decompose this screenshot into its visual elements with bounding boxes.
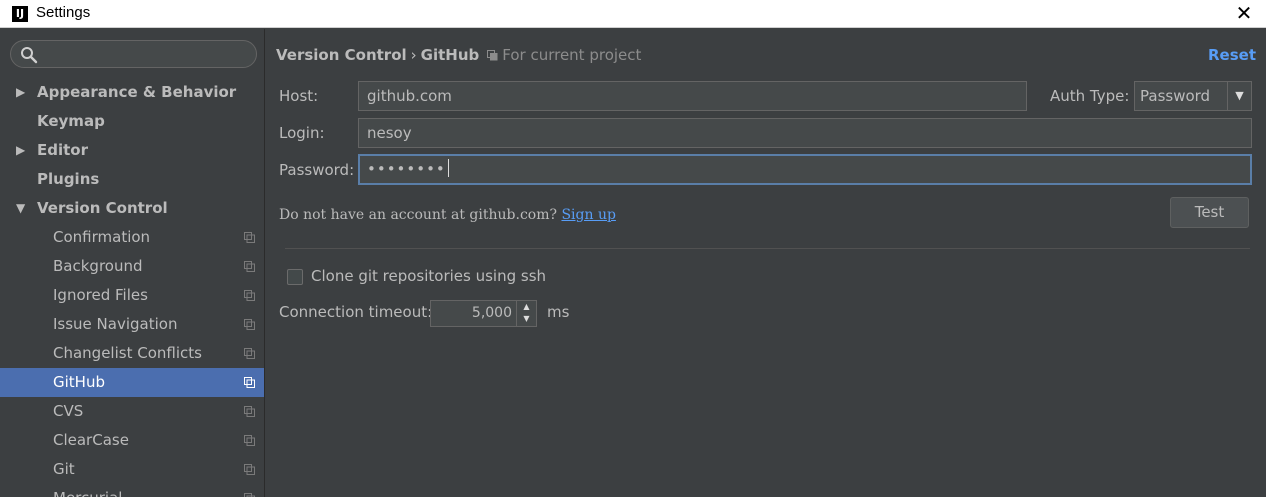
intellij-app-icon: IJ xyxy=(12,6,28,22)
clone-ssh-checkbox[interactable] xyxy=(287,269,303,285)
sidebar-item-label: Keymap xyxy=(37,112,105,130)
auth-type-label: Auth Type: xyxy=(1050,87,1130,105)
reset-link[interactable]: Reset xyxy=(1208,46,1256,64)
sidebar-item-label: GitHub xyxy=(53,373,105,391)
close-button[interactable]: ✕ xyxy=(1230,0,1258,28)
sidebar-item-label: ClearCase xyxy=(53,431,129,449)
sidebar-item-label: CVS xyxy=(53,402,84,420)
search-icon xyxy=(21,47,38,64)
host-field[interactable]: github.com xyxy=(358,81,1027,111)
breadcrumb-parent[interactable]: Version Control xyxy=(276,46,407,64)
settings-tree: ▶ Appearance & Behavior Keymap ▶ Editor Plugi… xyxy=(0,78,264,497)
sidebar-item-label: Appearance & Behavior xyxy=(37,83,237,101)
sidebar-item-cvs[interactable]: CVS xyxy=(0,397,264,426)
sidebar-item-label: Background xyxy=(53,257,143,275)
sidebar-item-label: Git xyxy=(53,460,75,478)
window-title: Settings xyxy=(36,4,91,21)
github-settings-panel: Version Control › GitHub For current projec… xyxy=(266,29,1266,497)
sidebar-item-issue-navigation[interactable]: Issue Navigation xyxy=(0,310,264,339)
search-box[interactable] xyxy=(10,40,257,68)
timeout-value[interactable]: 5,000 xyxy=(472,301,512,326)
sidebar-item-label: Issue Navigation xyxy=(53,315,178,333)
signup-link[interactable]: Sign up xyxy=(561,207,615,223)
increment-arrow-icon[interactable]: ▲ xyxy=(517,301,536,313)
project-scope-icon xyxy=(244,290,255,301)
sidebar-item-editor[interactable]: ▶ Editor xyxy=(0,136,264,165)
password-dots: •••••••• xyxy=(367,160,446,178)
project-scope-icon xyxy=(244,348,255,359)
timeout-spinner[interactable]: 5,000 ▲ ▼ xyxy=(430,300,537,327)
sidebar-item-background[interactable]: Background xyxy=(0,252,264,281)
title-bar: IJ Settings ✕ xyxy=(0,0,1266,28)
sidebar-item-label: Confirmation xyxy=(53,228,151,246)
text-caret xyxy=(447,159,449,177)
breadcrumb: Version Control › GitHub For current projec… xyxy=(276,46,641,64)
host-label: Host: xyxy=(279,87,319,105)
auth-type-value: Password xyxy=(1140,87,1211,105)
timeout-unit: ms xyxy=(547,303,570,321)
project-scope-icon xyxy=(244,435,255,446)
project-scope-icon xyxy=(244,232,255,243)
collapsed-arrow-icon[interactable]: ▶ xyxy=(16,136,25,165)
password-label: Password: xyxy=(279,161,355,179)
sidebar-item-label: Mercurial xyxy=(53,484,122,497)
scope-label: For current project xyxy=(502,46,642,64)
sidebar-item-clearcase[interactable]: ClearCase xyxy=(0,426,264,455)
sidebar-item-version-control[interactable]: ▼ Version Control xyxy=(0,194,264,223)
collapsed-arrow-icon[interactable]: ▶ xyxy=(16,78,25,107)
sidebar-item-ignored-files[interactable]: Ignored Files xyxy=(0,281,264,310)
sidebar-item-label: Ignored Files xyxy=(53,286,148,304)
expanded-arrow-icon[interactable]: ▼ xyxy=(16,194,25,223)
login-label: Login: xyxy=(279,124,325,142)
signup-text: Do not have an account at github.com? xyxy=(279,207,557,223)
spinner-buttons: ▲ ▼ xyxy=(516,301,536,326)
project-scope-icon xyxy=(244,493,255,497)
divider xyxy=(285,248,1250,249)
project-scope-icon xyxy=(244,377,255,388)
sidebar-item-label: Version Control xyxy=(37,199,168,217)
decrement-arrow-icon[interactable]: ▼ xyxy=(517,313,536,325)
sidebar-item-plugins[interactable]: Plugins xyxy=(0,165,264,194)
project-scope-icon xyxy=(244,406,255,417)
sidebar-item-git[interactable]: Git xyxy=(0,455,264,484)
signup-prompt: Do not have an account at github.com? Si… xyxy=(279,207,616,223)
sidebar-item-confirmation[interactable]: Confirmation xyxy=(0,223,264,252)
sidebar-item-label: Editor xyxy=(37,141,88,159)
settings-sidebar: ▶ Appearance & Behavior Keymap ▶ Editor Plugi… xyxy=(0,29,265,497)
sidebar-item-mercurial[interactable]: Mercurial xyxy=(0,484,264,497)
sidebar-item-changelist-conflicts[interactable]: Changelist Conflicts xyxy=(0,339,264,368)
chevron-down-icon[interactable]: ▼ xyxy=(1227,82,1251,110)
sidebar-item-label: Changelist Conflicts xyxy=(53,344,202,362)
timeout-label: Connection timeout: xyxy=(279,303,433,321)
project-scope-icon xyxy=(244,464,255,475)
sidebar-item-appearance-behavior[interactable]: ▶ Appearance & Behavior xyxy=(0,78,264,107)
project-scope-icon xyxy=(244,261,255,272)
auth-type-select[interactable]: Password ▼ xyxy=(1134,81,1252,111)
sidebar-item-label: Plugins xyxy=(37,170,100,188)
search-input[interactable] xyxy=(43,43,248,65)
breadcrumb-separator: › xyxy=(410,46,417,64)
login-field[interactable]: nesoy xyxy=(358,118,1252,148)
sidebar-item-github[interactable]: GitHub xyxy=(0,368,264,397)
project-scope-icon xyxy=(487,50,498,61)
clone-ssh-label[interactable]: Clone git repositories using ssh xyxy=(311,267,546,285)
project-scope-icon xyxy=(244,319,255,330)
sidebar-item-keymap[interactable]: Keymap xyxy=(0,107,264,136)
test-button[interactable]: Test xyxy=(1170,197,1249,228)
password-field[interactable]: •••••••• xyxy=(358,154,1252,185)
breadcrumb-current: GitHub xyxy=(420,46,480,64)
